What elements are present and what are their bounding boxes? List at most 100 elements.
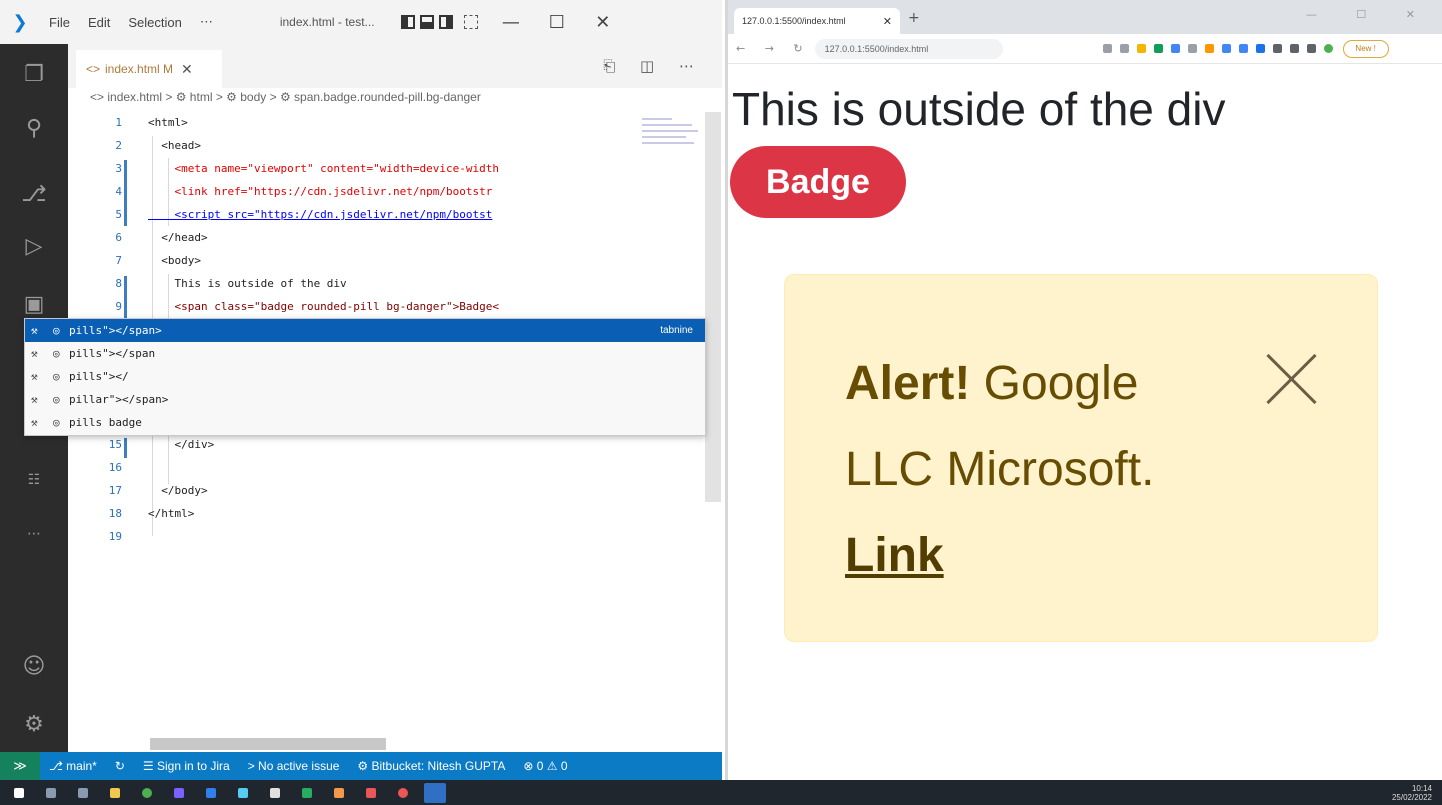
extension-icon[interactable] bbox=[1136, 44, 1146, 53]
toggle-panel-icon[interactable] bbox=[419, 15, 434, 29]
vscode-taskbar-icon[interactable] bbox=[424, 782, 446, 803]
minimize-button[interactable]: — bbox=[488, 12, 534, 33]
status-bar: ≫ ⎇ main* ↻ ☰ Sign in to Jira > No activ… bbox=[0, 752, 722, 780]
settings-gear-icon[interactable]: ⚙ bbox=[0, 700, 68, 748]
extension-icon[interactable] bbox=[1204, 44, 1214, 53]
git-modified-marker bbox=[124, 160, 127, 226]
extension-icon[interactable] bbox=[1187, 44, 1197, 53]
new-tab-button[interactable]: + bbox=[908, 10, 920, 26]
extension-icon[interactable] bbox=[1255, 44, 1265, 53]
menu-more[interactable]: ⋯ bbox=[191, 14, 222, 30]
breadcrumb[interactable]: <> index.html > ⚙ html > ⚙ body > ⚙ span… bbox=[68, 90, 722, 112]
navigation-buttons[interactable]: ← → ↻ bbox=[728, 42, 811, 55]
bitbucket-status[interactable]: ⚙ Bitbucket: Nitesh GUPTA bbox=[348, 759, 514, 773]
git-branch-status[interactable]: ⎇ main* bbox=[40, 759, 106, 773]
suggestion-item[interactable]: ⚒ ◎ pills badge bbox=[25, 411, 705, 434]
extension-icon[interactable] bbox=[1272, 44, 1282, 53]
suggestion-text: pills badge bbox=[69, 416, 142, 429]
source-control-icon[interactable]: ⎇ bbox=[0, 170, 68, 218]
app-icon[interactable] bbox=[174, 787, 184, 798]
remote-indicator-icon[interactable]: ≫ bbox=[0, 752, 40, 780]
app-icon[interactable] bbox=[366, 787, 376, 798]
code-line: <meta name="viewport" content="width=dev… bbox=[148, 162, 499, 175]
tab-close-icon[interactable]: ✕ bbox=[181, 61, 193, 78]
minimap-line bbox=[642, 124, 692, 126]
autocomplete-suggestions: ⚒ ◎ pills"></span> tabnine ⚒ ◎ pills"></… bbox=[24, 318, 706, 436]
extension-icon[interactable] bbox=[1153, 44, 1163, 53]
minimap-line bbox=[642, 142, 694, 144]
suggestion-item[interactable]: ⚒ ◎ pillar"></span> bbox=[25, 388, 705, 411]
horizontal-scrollbar[interactable] bbox=[150, 738, 386, 750]
extension-icon[interactable] bbox=[1289, 44, 1299, 53]
app-icon[interactable] bbox=[270, 787, 280, 798]
menu-edit[interactable]: Edit bbox=[79, 15, 119, 30]
extension-icon[interactable] bbox=[1238, 44, 1248, 53]
suggestion-item[interactable]: ⚒ ◎ pills"></span bbox=[25, 342, 705, 365]
extension-icon[interactable] bbox=[1102, 44, 1112, 53]
sync-icon[interactable]: ↻ bbox=[106, 759, 134, 773]
start-icon[interactable] bbox=[14, 787, 24, 798]
suggestion-text: pills"></ bbox=[69, 370, 129, 383]
code-line: <span class="badge rounded-pill bg-dange… bbox=[148, 300, 499, 313]
address-bar[interactable]: 127.0.0.1:5500/index.html bbox=[814, 38, 1003, 59]
customize-layout-icon[interactable] bbox=[463, 15, 478, 29]
chrome-icon[interactable] bbox=[142, 787, 152, 798]
tab-title: 127.0.0.1:5500/index.html bbox=[742, 16, 846, 26]
suggestion-item[interactable]: ⚒ ◎ pills"></ bbox=[25, 365, 705, 388]
jira-signin-status[interactable]: ☰ Sign in to Jira bbox=[134, 759, 239, 773]
tab-index-html[interactable]: <> index.html M ✕ bbox=[76, 50, 222, 88]
app-icon[interactable] bbox=[302, 787, 312, 798]
menu-selection[interactable]: Selection bbox=[119, 15, 190, 30]
git-modified-marker bbox=[124, 438, 127, 458]
toggle-secondary-sidebar-icon[interactable] bbox=[438, 15, 453, 29]
search-taskbar-icon[interactable] bbox=[46, 787, 56, 798]
alert-link[interactable]: Link bbox=[845, 529, 944, 582]
tabnine-icon: ◎ bbox=[53, 416, 60, 429]
browser-tab[interactable]: 127.0.0.1:5500/index.html ✕ bbox=[734, 8, 900, 34]
suggestion-text: pillar"></span> bbox=[69, 393, 169, 406]
line-number: 7 bbox=[115, 254, 122, 267]
vscode-logo-icon: ❯ bbox=[12, 11, 28, 33]
suggestion-item[interactable]: ⚒ ◎ pills"></span> tabnine bbox=[25, 319, 705, 342]
account-icon[interactable]: ☺ bbox=[0, 642, 68, 690]
line-number: 15 bbox=[108, 438, 122, 451]
warning-alert: Alert! Google LLC Microsoft. Link bbox=[784, 274, 1378, 642]
extension-icon[interactable] bbox=[1170, 44, 1180, 53]
alert-title: Alert! bbox=[845, 357, 971, 410]
toggle-sidebar-icon[interactable] bbox=[400, 15, 415, 29]
task-view-icon[interactable] bbox=[78, 787, 88, 798]
tab-label: index.html M bbox=[105, 62, 174, 76]
update-button[interactable]: New ! bbox=[1342, 39, 1389, 58]
maximize-button[interactable]: ☐ bbox=[534, 12, 580, 33]
profile-avatar[interactable] bbox=[1323, 44, 1333, 53]
run-debug-icon[interactable]: ▷ bbox=[0, 222, 68, 270]
app-icon[interactable] bbox=[238, 787, 248, 798]
editor-actions[interactable]: ⎗ ◫ ⋯ bbox=[603, 57, 704, 75]
browser-window-controls[interactable]: — ☐ ✕ bbox=[1306, 8, 1433, 21]
app-icon[interactable] bbox=[206, 787, 216, 798]
line-number: 16 bbox=[108, 461, 122, 474]
close-window-button[interactable]: ✕ bbox=[580, 12, 626, 33]
code-line: </html> bbox=[148, 507, 195, 520]
extensions-icon[interactable]: ☷ bbox=[0, 456, 68, 504]
more-views-icon[interactable]: ⋯ bbox=[0, 510, 68, 558]
menu-file[interactable]: File bbox=[40, 15, 79, 30]
search-icon[interactable]: ⚲ bbox=[0, 104, 68, 152]
suggestion-text: pills"></span bbox=[69, 347, 156, 360]
extension-icon[interactable] bbox=[1306, 44, 1316, 53]
app-icon[interactable] bbox=[398, 787, 408, 798]
alert-message: Alert! Google LLC Microsoft. Link bbox=[845, 341, 1205, 599]
browser-window: 127.0.0.1:5500/index.html ✕ + — ☐ ✕ ← → … bbox=[725, 0, 1442, 780]
extension-icon[interactable] bbox=[1119, 44, 1129, 53]
file-explorer-icon[interactable] bbox=[110, 787, 120, 798]
explorer-icon[interactable]: ❐ bbox=[0, 50, 68, 98]
app-icon[interactable] bbox=[334, 787, 344, 798]
vertical-scrollbar[interactable] bbox=[705, 112, 721, 502]
alert-close-icon[interactable] bbox=[1263, 351, 1319, 407]
jira-issue-status[interactable]: > No active issue bbox=[239, 759, 349, 773]
problems-status[interactable]: ⊗ 0 ⚠ 0 bbox=[514, 759, 576, 773]
tab-close-icon[interactable]: ✕ bbox=[883, 15, 892, 28]
tabnine-icon: ◎ bbox=[53, 324, 60, 337]
system-clock[interactable]: 10:14 25/02/2022 bbox=[1392, 784, 1432, 802]
extension-icon[interactable] bbox=[1221, 44, 1231, 53]
